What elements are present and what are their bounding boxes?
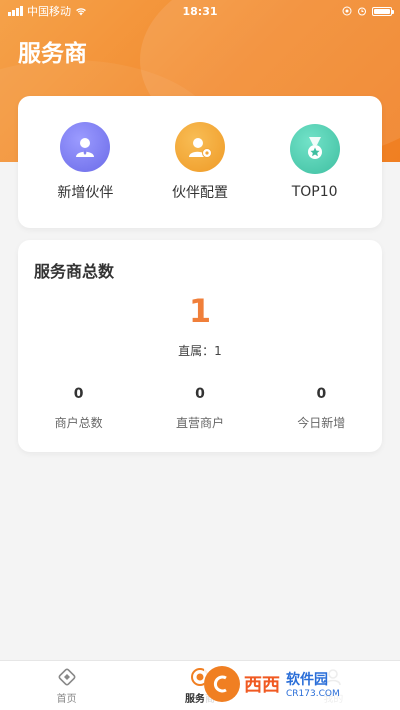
- tab-home-label: 首页: [56, 693, 77, 705]
- stats-title: 服务商总数: [34, 262, 115, 281]
- page-title: 服务商: [18, 41, 87, 67]
- medal-icon: [289, 124, 340, 174]
- stats-row: 0 商户总数 0 直营商户 0 今日新增: [18, 386, 382, 431]
- stat-today-new[interactable]: 0 今日新增: [266, 386, 376, 431]
- wifi-icon: [76, 7, 86, 15]
- add-partner-button[interactable]: 新增伙伴: [30, 122, 140, 202]
- top10-button[interactable]: TOP10: [260, 124, 370, 200]
- watermark-domain: CR173.COM: [286, 689, 340, 699]
- watermark-circle-icon: [204, 666, 240, 702]
- stat-value: 0: [195, 386, 205, 402]
- add-partner-label: 新增伙伴: [57, 185, 114, 201]
- tab-home[interactable]: 首页: [0, 661, 133, 710]
- watermark-brand: 软件园: [286, 672, 328, 688]
- stat-value: 0: [316, 386, 327, 402]
- location-icon: [342, 6, 352, 16]
- watermark-text: 西西: [244, 675, 280, 696]
- carrier-label: 中国移动: [27, 5, 71, 18]
- stat-direct-merchants[interactable]: 0 直营商户: [145, 386, 255, 431]
- home-icon: [58, 668, 76, 685]
- partner-config-label: 伙伴配置: [171, 185, 228, 201]
- stats-card: 服务商总数 1 直属：1 0 商户总数 0 直营商户 0 今日新增: [18, 240, 382, 452]
- stat-label: 直营商户: [175, 416, 224, 430]
- user-plus-icon: [60, 122, 111, 172]
- total-count: 1: [188, 292, 212, 330]
- alarm-icon: [358, 7, 366, 16]
- watermark-logo: 西西 软件园 CR173.COM: [204, 664, 394, 704]
- quick-actions-card: 新增伙伴 伙伴配置 TOP10: [18, 96, 382, 228]
- signal-icon: [8, 6, 23, 16]
- battery-icon: [372, 6, 394, 16]
- status-bar: 中国移动 18:31: [0, 0, 400, 22]
- stat-label: 商户总数: [54, 416, 103, 430]
- top10-label: TOP10: [291, 184, 338, 200]
- stat-label: 今日新增: [297, 416, 346, 430]
- stat-value: 0: [73, 386, 84, 402]
- direct-count: 直属：1: [178, 344, 222, 358]
- user-settings-icon: [174, 122, 225, 172]
- stat-merchant-total[interactable]: 0 商户总数: [24, 386, 134, 431]
- partner-config-button[interactable]: 伙伴配置: [145, 122, 255, 202]
